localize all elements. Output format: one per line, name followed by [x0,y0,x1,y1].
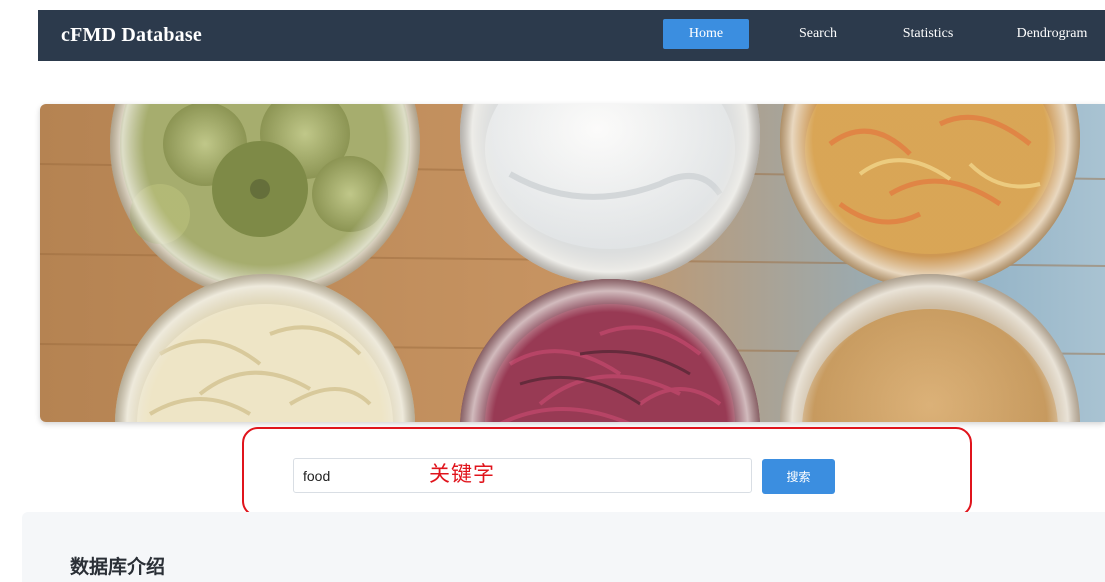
fermented-food-bowls-image [40,104,1105,422]
nav-dendrogram[interactable]: Dendrogram [1003,19,1101,49]
nav-statistics[interactable]: Statistics [886,19,970,49]
search-button[interactable]: 搜索 [762,459,835,494]
search-input[interactable] [293,458,752,493]
nav-search[interactable]: Search [783,19,853,49]
nav-home[interactable]: Home [663,19,749,49]
intro-title: 数据库介绍 [70,556,166,578]
brand-logo-text[interactable]: cFMD Database [61,10,202,61]
keyword-annotation-label: 关键字 [429,462,495,486]
top-navbar: cFMD Database Home Search Statistics Den… [38,10,1105,61]
page: cFMD Database Home Search Statistics Den… [0,0,1105,582]
intro-panel: 数据库介绍 [22,512,1105,582]
banner-image [40,104,1105,422]
